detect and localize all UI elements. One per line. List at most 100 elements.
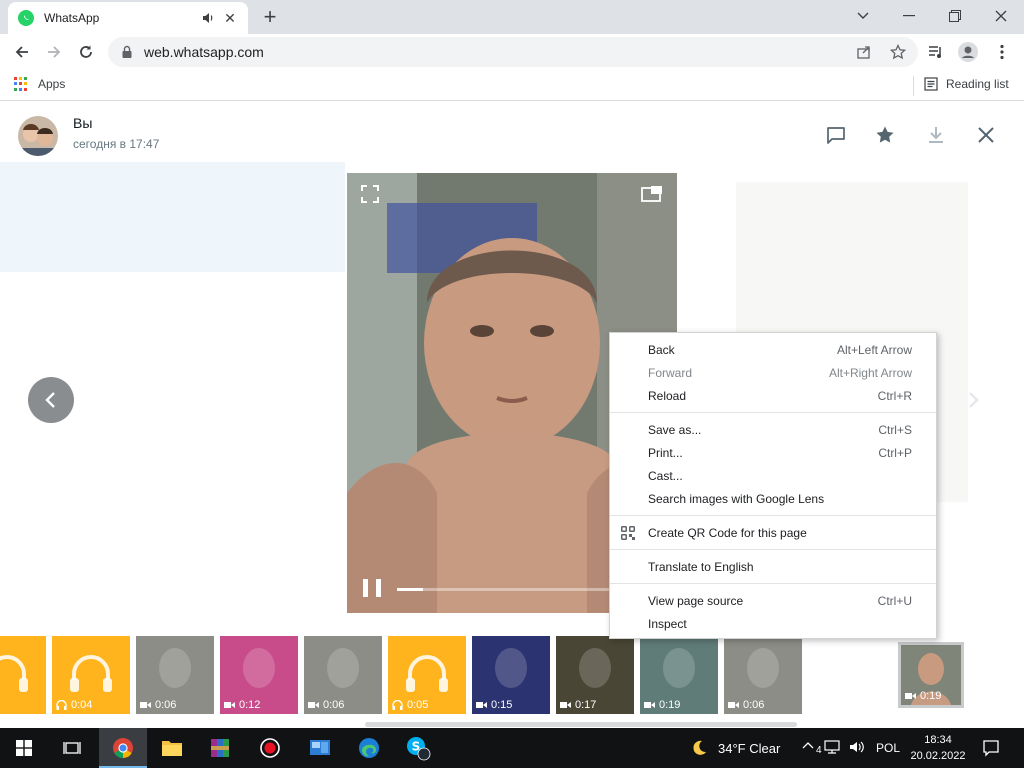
close-viewer-icon[interactable] xyxy=(971,120,1001,150)
avatar[interactable] xyxy=(18,116,58,156)
tab-search-icon[interactable] xyxy=(840,0,886,32)
chrome-menu-icon[interactable] xyxy=(988,38,1016,66)
menu-item-create-qr-code-for-this-page[interactable]: Create QR Code for this page xyxy=(610,521,936,544)
selected-thumbnail[interactable]: 0:19 xyxy=(898,642,964,708)
weather-text[interactable]: 34°F Clear xyxy=(718,741,780,756)
menu-item-label: Inspect xyxy=(648,616,687,631)
thumbnail-caption: 0:19 xyxy=(905,690,941,702)
video-camera-icon xyxy=(476,701,487,709)
apps-label: Apps xyxy=(38,77,66,91)
thumbnail-caption: 0:17 xyxy=(560,699,596,711)
audio-thumbnail[interactable]: 46 xyxy=(0,636,46,714)
audio-thumbnail[interactable]: 0:04 xyxy=(52,636,130,714)
forward-button[interactable] xyxy=(40,38,68,66)
video-thumbnail[interactable]: 0:12 xyxy=(220,636,298,714)
new-tab-button[interactable]: + xyxy=(258,6,282,30)
menu-item-reload[interactable]: Reload Ctrl+R xyxy=(610,384,936,407)
video-thumbnail[interactable]: 0:15 xyxy=(472,636,550,714)
menu-item-cast[interactable]: Cast... xyxy=(610,464,936,487)
menu-item-save-as[interactable]: Save as... Ctrl+S xyxy=(610,418,936,441)
volume-icon[interactable] xyxy=(848,739,866,755)
menu-item-shortcut: Ctrl+R xyxy=(877,388,912,403)
fullscreen-icon[interactable] xyxy=(361,185,379,203)
reply-message-icon[interactable] xyxy=(821,120,851,150)
video-thumbnail[interactable]: 0:06 xyxy=(724,636,802,714)
thumbnails-scrollbar[interactable] xyxy=(365,722,797,727)
video-thumbnail[interactable]: 0:06 xyxy=(304,636,382,714)
reading-list-button[interactable]: Reading list xyxy=(924,77,1009,91)
video-camera-icon xyxy=(905,692,916,700)
speaker-icon[interactable] xyxy=(200,10,216,26)
weather-moon-icon[interactable] xyxy=(690,739,708,757)
skype-icon: S xyxy=(407,737,431,761)
menu-item-inspect[interactable]: Inspect xyxy=(610,612,936,635)
tray-overflow-chevron-icon[interactable] xyxy=(802,740,814,752)
bookmark-apps[interactable]: Apps xyxy=(14,77,65,91)
close-window-button[interactable] xyxy=(978,0,1024,32)
windows-taskbar: S 4 34°F Clear POL 18:34 20.02.2022 xyxy=(0,728,1024,768)
star-message-icon[interactable] xyxy=(870,120,900,150)
whatsapp-icon xyxy=(18,10,34,26)
thumbnail-caption: 0:19 xyxy=(644,699,680,711)
task-view-button[interactable] xyxy=(48,728,96,768)
sender-name: Вы xyxy=(73,115,93,131)
picture-in-picture-icon[interactable] xyxy=(641,185,663,203)
menu-separator xyxy=(610,515,936,516)
video-camera-icon xyxy=(560,701,571,709)
video-camera-icon xyxy=(308,701,319,709)
menu-item-print[interactable]: Print... Ctrl+P xyxy=(610,441,936,464)
menu-item-shortcut: Ctrl+S xyxy=(878,422,912,437)
video-thumbnail[interactable]: 0:06 xyxy=(136,636,214,714)
menu-item-view-page-source[interactable]: View page source Ctrl+U xyxy=(610,589,936,612)
pause-button[interactable] xyxy=(363,579,381,599)
thumbnail-caption: 0:06 xyxy=(308,699,344,711)
clock-date: 20.02.2022 xyxy=(910,750,966,762)
taskbar-recorder[interactable] xyxy=(246,728,294,768)
qr-code-icon xyxy=(620,525,636,541)
video-progress-fill xyxy=(397,588,423,591)
thumbnail-caption: 0:06 xyxy=(140,699,176,711)
taskbar-chrome[interactable] xyxy=(99,728,147,768)
video-thumbnail[interactable]: 0:19 xyxy=(640,636,718,714)
video-thumbnail[interactable]: 0:17 xyxy=(556,636,634,714)
media-controls-icon[interactable] xyxy=(922,38,950,66)
taskbar-skype[interactable]: S 4 xyxy=(394,728,822,768)
menu-item-translate-to-english[interactable]: Translate to English xyxy=(610,555,936,578)
tab-whatsapp[interactable]: WhatsApp ✕ xyxy=(8,2,248,34)
taskbar-file-explorer[interactable] xyxy=(148,728,196,768)
network-icon[interactable] xyxy=(824,739,840,755)
tab-close-icon[interactable]: ✕ xyxy=(222,10,238,26)
thumbnail-duration: 0:19 xyxy=(659,699,681,711)
minimize-button[interactable] xyxy=(886,0,932,32)
taskbar-edge[interactable] xyxy=(345,728,393,768)
menu-item-forward[interactable]: Forward Alt+Right Arrow xyxy=(610,361,936,384)
address-bar[interactable]: web.whatsapp.com xyxy=(108,37,918,67)
restore-button[interactable] xyxy=(932,0,978,32)
bookmark-star-icon[interactable] xyxy=(884,37,912,67)
language-indicator[interactable]: POL xyxy=(876,741,900,755)
back-button[interactable] xyxy=(8,38,36,66)
profile-avatar-icon[interactable] xyxy=(954,38,982,66)
taskbar-app[interactable] xyxy=(296,728,344,768)
lock-icon[interactable] xyxy=(120,45,134,59)
browser-toolbar: web.whatsapp.com xyxy=(0,34,1024,70)
next-media-button[interactable] xyxy=(950,377,996,423)
clock-time: 18:34 xyxy=(924,734,952,746)
notifications-icon[interactable] xyxy=(982,739,1000,757)
download-icon[interactable] xyxy=(921,120,951,150)
previous-media-button[interactable] xyxy=(28,377,74,423)
reload-button[interactable] xyxy=(72,38,100,66)
share-icon[interactable] xyxy=(850,37,878,67)
menu-item-shortcut: Alt+Right Arrow xyxy=(828,365,912,380)
context-menu: Back Alt+Left Arrow Forward Alt+Right Arrow… xyxy=(609,332,937,639)
thumbnail-caption: 0:04 xyxy=(56,699,92,711)
start-button[interactable] xyxy=(0,728,48,768)
menu-item-label: Cast... xyxy=(648,468,683,483)
taskbar-winrar[interactable] xyxy=(196,728,244,768)
system-clock[interactable]: 18:34 20.02.2022 xyxy=(906,732,970,764)
menu-item-search-images-with-google-lens[interactable]: Search images with Google Lens xyxy=(610,487,936,510)
menu-item-back[interactable]: Back Alt+Left Arrow xyxy=(610,338,936,361)
task-view-icon xyxy=(63,742,81,754)
audio-thumbnail[interactable]: 0:05 xyxy=(388,636,466,714)
bookmarks-bar: Apps Reading list xyxy=(0,70,1024,101)
